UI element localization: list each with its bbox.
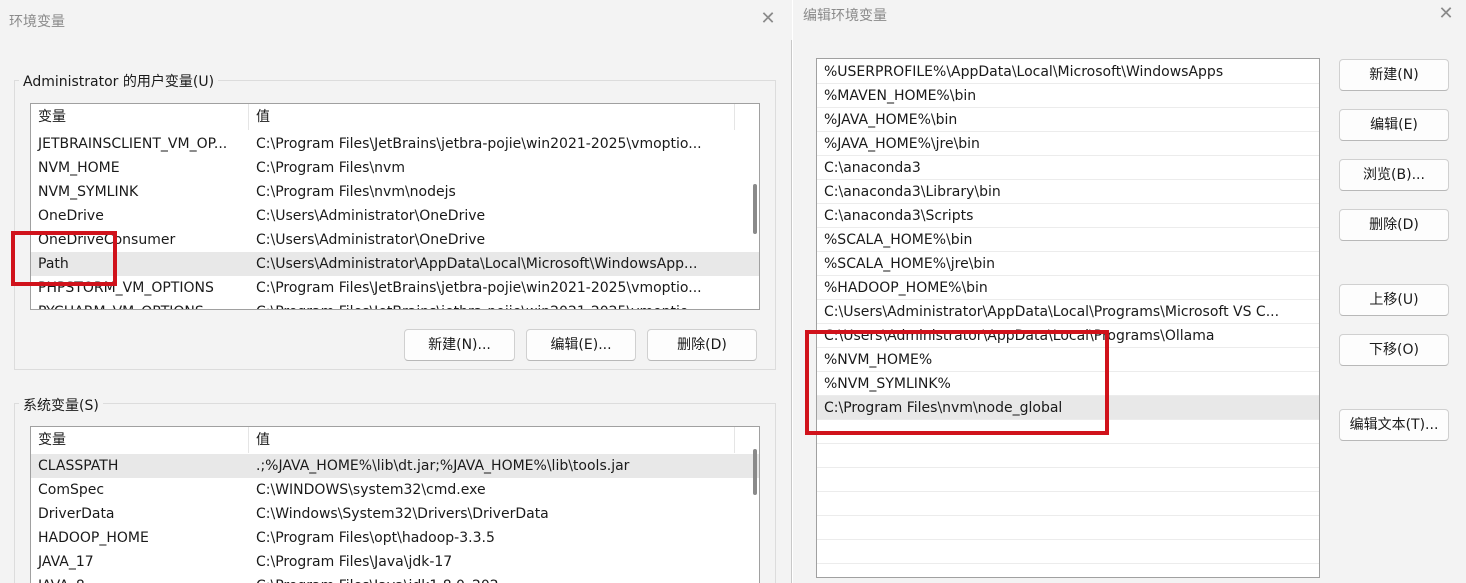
table-row[interactable]: DriverData C:\Windows\System32\Drivers\Dr… — [31, 502, 759, 526]
move-up-button[interactable]: 上移(U) — [1339, 284, 1449, 316]
path-entry-text: %JAVA_HOME%\bin — [824, 112, 958, 128]
system-variables-label: 系统变量(S) — [19, 395, 103, 415]
list-item[interactable]: C:\anaconda3 — [817, 156, 1319, 180]
user-new-button[interactable]: 新建(N)... — [404, 329, 515, 361]
variable-value-cell: C:\Users\Administrator\AppData\Local\Mic… — [256, 256, 698, 272]
table-row[interactable]: PYCHARM_VM_OPTIONSC:\Program Files\JetBr… — [31, 300, 759, 309]
highlight-box-nvm-paths — [805, 330, 1109, 435]
variable-value-cell: C:\Program Files\nvm\nodejs — [256, 184, 456, 200]
list-item[interactable]: %SCALA_HOME%\jre\bin — [817, 252, 1319, 276]
variable-name-cell: DriverData — [38, 506, 115, 522]
variable-value-cell: C:\Windows\System32\Drivers\DriverData — [256, 506, 549, 522]
table-row[interactable]: OneDrive C:\Users\Administrator\OneDrive — [31, 204, 759, 228]
variable-value-cell: C:\Program Files\JetBrains\jetbra-pojie\… — [256, 136, 702, 152]
variable-name-cell: NVM_HOME — [38, 160, 120, 176]
table-row[interactable]: NVM_SYMLINK C:\Program Files\nvm\nodejs — [31, 180, 759, 204]
edit-text-button[interactable]: 编辑文本(T)... — [1339, 409, 1449, 441]
path-entry-text: %HADOOP_HOME%\bin — [824, 280, 988, 296]
path-entry-text: C:\anaconda3\Scripts — [824, 208, 974, 224]
table-row[interactable]: Path C:\Users\Administrator\AppData\Local… — [31, 252, 759, 276]
list-item[interactable]: %HADOOP_HOME%\bin — [817, 276, 1319, 300]
table-row[interactable]: CLASSPATH .;%JAVA_HOME%\lib\dt.jar;%JAVA_… — [31, 454, 759, 478]
column-header-variable[interactable]: 变量 — [31, 104, 249, 130]
list-item[interactable] — [817, 492, 1319, 516]
list-item[interactable] — [817, 516, 1319, 540]
list-item[interactable]: %SCALA_HOME%\bin — [817, 228, 1319, 252]
user-variables-list[interactable]: 变量 值 JETBRAINSCLIENT_VM_OP... C:\Program … — [30, 103, 760, 310]
close-icon[interactable]: ✕ — [1436, 4, 1456, 24]
path-entry-text: %MAVEN_HOME%\bin — [824, 88, 977, 104]
list-item[interactable] — [817, 444, 1319, 468]
variable-name-cell: JETBRAINSCLIENT_VM_OP... — [38, 136, 228, 152]
list-item[interactable]: %USERPROFILE%\AppData\Local\Microsoft\Wi… — [817, 60, 1319, 84]
variable-value-cell: C:\Program Files\nvm — [256, 160, 405, 176]
table-row[interactable]: NVM_HOME C:\Program Files\nvm — [31, 156, 759, 180]
path-entry-text: %SCALA_HOME%\jre\bin — [824, 256, 996, 272]
variable-name-cell: NVM_SYMLINK — [38, 184, 139, 200]
table-row[interactable]: JAVA_8C:\Program Files\Java\jdk1.8.0_202 — [31, 574, 759, 583]
list-item[interactable]: C:\Users\Administrator\AppData\Local\Pro… — [817, 300, 1319, 324]
variable-value-cell: C:\Program Files\Java\jdk1.8.0_202 — [249, 574, 735, 583]
list-item[interactable]: %JAVA_HOME%\bin — [817, 108, 1319, 132]
edit-button[interactable]: 编辑(E) — [1339, 109, 1449, 141]
list-item[interactable]: %MAVEN_HOME%\bin — [817, 84, 1319, 108]
table-row[interactable]: HADOOP_HOME C:\Program Files\opt\hadoop-3… — [31, 526, 759, 550]
list-item[interactable] — [817, 540, 1319, 564]
list-item[interactable]: C:\anaconda3\Scripts — [817, 204, 1319, 228]
table-row[interactable]: JAVA_17 C:\Program Files\Java\jdk-17 — [31, 550, 759, 574]
table-row[interactable]: OneDriveConsumer C:\Users\Administrator\O… — [31, 228, 759, 252]
variable-value-cell: C:\Program Files\opt\hadoop-3.3.5 — [256, 530, 495, 546]
window-title: 编辑环境变量 — [803, 8, 887, 24]
environment-variables-window: 环境变量 ✕ Administrator 的用户变量(U) 变量 值 JETBR… — [0, 0, 792, 583]
variable-name-cell: OneDrive — [38, 208, 104, 224]
path-entry-text: %JAVA_HOME%\jre\bin — [824, 136, 980, 152]
table-row[interactable]: PHPSTORM_VM_OPTIONS C:\Program Files\JetB… — [31, 276, 759, 300]
path-entry-text: C:\anaconda3 — [824, 160, 921, 176]
path-list[interactable]: %USERPROFILE%\AppData\Local\Microsoft\Wi… — [816, 58, 1320, 578]
table-row[interactable]: ComSpec C:\WINDOWS\system32\cmd.exe — [31, 478, 759, 502]
list-item[interactable] — [817, 468, 1319, 492]
browse-button[interactable]: 浏览(B)... — [1339, 159, 1449, 191]
column-header-variable[interactable]: 变量 — [31, 427, 249, 453]
window-title: 环境变量 — [9, 14, 65, 30]
variable-value-cell: C:\Program Files\Java\jdk-17 — [256, 554, 453, 570]
highlight-box-path — [11, 231, 117, 286]
column-header-value[interactable]: 值 — [249, 104, 735, 130]
system-variables-list[interactable]: 变量 值 CLASSPATH .;%JAVA_HOME%\lib\dt.jar;%… — [30, 426, 760, 583]
scrollbar-thumb[interactable] — [753, 184, 757, 234]
list-header: 变量 值 — [31, 104, 759, 130]
user-variables-label: Administrator 的用户变量(U) — [19, 71, 219, 91]
list-item[interactable]: C:\anaconda3\Library\bin — [817, 180, 1319, 204]
path-entry-text: %SCALA_HOME%\bin — [824, 232, 973, 248]
variable-name-cell: CLASSPATH — [38, 458, 119, 474]
path-entry-text: %USERPROFILE%\AppData\Local\Microsoft\Wi… — [824, 64, 1224, 80]
list-header: 变量 值 — [31, 427, 759, 453]
table-row[interactable]: JETBRAINSCLIENT_VM_OP... C:\Program Files… — [31, 132, 759, 156]
variable-name-cell: ComSpec — [38, 482, 105, 498]
variable-name-cell: PYCHARM_VM_OPTIONS — [31, 300, 247, 309]
new-button[interactable]: 新建(N) — [1339, 59, 1449, 91]
column-header-value[interactable]: 值 — [249, 427, 735, 453]
list-item[interactable]: %JAVA_HOME%\jre\bin — [817, 132, 1319, 156]
variable-name-cell: JAVA_17 — [38, 554, 94, 570]
delete-button[interactable]: 删除(D) — [1339, 209, 1449, 241]
path-entry-text: C:\anaconda3\Library\bin — [824, 184, 1001, 200]
scrollbar-thumb[interactable] — [753, 449, 757, 495]
user-delete-button[interactable]: 删除(D) — [647, 329, 757, 361]
title-bar: 环境变量 ✕ — [0, 0, 792, 40]
move-down-button[interactable]: 下移(O) — [1339, 334, 1449, 366]
variable-value-cell: C:\Users\Administrator\OneDrive — [256, 208, 486, 224]
variable-name-cell: JAVA_8 — [31, 574, 247, 583]
user-edit-button[interactable]: 编辑(E)... — [526, 329, 636, 361]
variable-value-cell: C:\Program Files\JetBrains\jetbra-pojie\… — [256, 280, 702, 296]
variable-value-cell: C:\WINDOWS\system32\cmd.exe — [256, 482, 486, 498]
close-icon[interactable]: ✕ — [758, 9, 778, 29]
variable-value-cell: C:\Program Files\JetBrains\jetbra-pojie\… — [249, 300, 735, 309]
edit-environment-variable-window: 编辑环境变量 ✕ %USERPROFILE%\AppData\Local\Mic… — [793, 0, 1466, 583]
variable-name-cell: HADOOP_HOME — [38, 530, 149, 546]
variable-value-cell: C:\Users\Administrator\OneDrive — [256, 232, 486, 248]
variable-value-cell: .;%JAVA_HOME%\lib\dt.jar;%JAVA_HOME%\lib… — [256, 458, 630, 474]
path-entry-text: C:\Users\Administrator\AppData\Local\Pro… — [824, 304, 1280, 320]
